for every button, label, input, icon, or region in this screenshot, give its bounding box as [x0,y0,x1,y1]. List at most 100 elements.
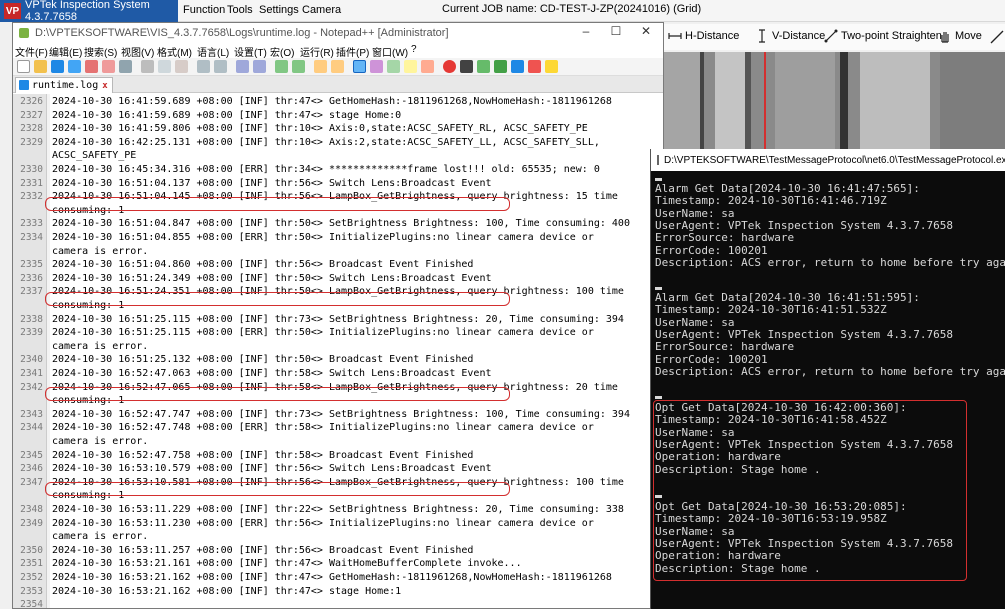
zoom-out-icon[interactable] [292,60,305,73]
line-number: 2336 [20,272,43,284]
menu-help[interactable]: ? [411,44,417,55]
menu-settings[interactable]: 设置(T) [234,44,267,59]
code-line: 2024-10-30 16:51:25.115 +08:00 [INF] thr… [52,313,624,325]
redo-icon[interactable] [214,60,227,73]
two-point-straighten-tool[interactable]: Two-point Straighten [824,29,942,43]
undo-icon[interactable] [197,60,210,73]
console-line: UserName: sa [655,315,735,329]
paste-icon[interactable] [175,60,188,73]
console-output[interactable]: Alarm Get Data[2024-10-30 16:41:47:565]:… [651,171,1005,609]
code-line: 2024-10-30 16:53:21.161 +08:00 [INF] thr… [52,558,522,570]
menu-file[interactable]: 文件(F) [15,44,48,59]
spell-check-icon[interactable] [528,60,541,73]
line-number: 2328 [20,123,43,135]
save-all-icon[interactable] [68,60,81,73]
replace-icon[interactable] [253,60,266,73]
find-icon[interactable] [236,60,249,73]
menu-run[interactable]: 运行(R) [300,44,334,59]
code-line: camera is error. [52,245,149,257]
menu-window[interactable]: 窗口(W) [372,44,408,59]
code-line: camera is error. [52,436,149,447]
code-line: ACSC_SAFETY_PE [52,150,137,162]
h-distance-tool[interactable]: H-Distance [668,29,739,43]
zoom-in-icon[interactable] [275,60,288,73]
vptek-menu-camera[interactable]: Camera [302,4,341,16]
play-macro-icon[interactable] [477,60,490,73]
vptek-menu-settings[interactable]: Settings [259,4,299,16]
code-line: 2024-10-30 16:51:04.137 +08:00 [INF] thr… [52,177,492,189]
lang-icon[interactable] [404,60,417,73]
line-number: 2349 [20,517,43,529]
tab-close-icon[interactable]: x [102,81,107,91]
code-line: 2024-10-30 16:53:21.162 +08:00 [INF] thr… [52,572,612,583]
vptek-menu-function[interactable]: Function [183,4,225,16]
menu-view[interactable]: 视图(V) [121,44,154,59]
code-editor[interactable]: 2326 2024-10-30 16:41:59.689 +08:00 [INF]… [13,94,663,608]
code-line: 2024-10-30 16:53:11.230 +08:00 [ERR] thr… [52,517,594,529]
minimize-icon[interactable]: – [571,24,601,41]
menu-format[interactable]: 格式(M) [157,44,192,59]
word-wrap-icon[interactable] [353,60,366,73]
highlight-box-2336 [45,292,510,306]
line-number: 2347 [20,476,43,488]
line-number: 2350 [20,544,43,556]
save-icon[interactable] [51,60,64,73]
console-title: D:\VPTEKSOFTWARE\TestMessageProtocol\net… [664,154,1005,166]
highlight-box-2341 [45,387,510,401]
notepadpp-tabbar: runtime.log x [13,76,663,93]
line-number: 2326 [20,96,43,107]
code-line: 2024-10-30 16:51:25.132 +08:00 [INF] thr… [52,354,474,366]
notepadpp-window: D:\VPTEKSOFTWARE\VIS_4.3.7.7658\Logs\run… [12,22,664,609]
cut-icon[interactable] [141,60,154,73]
sync-v-icon[interactable] [314,60,327,73]
close-all-icon[interactable] [102,60,115,73]
tab-runtime-log[interactable]: runtime.log x [15,77,113,93]
indent-guide-icon[interactable] [387,60,400,73]
move-tool[interactable]: Move [938,29,982,43]
two-point-straighten-label: Two-point Straighten [841,30,942,42]
h-distance-icon [668,33,682,39]
menu-search[interactable]: 搜索(S) [84,44,117,59]
menu-plugins[interactable]: 插件(P) [336,44,369,59]
copy-icon[interactable] [158,60,171,73]
line-tool-icon[interactable] [990,30,1004,44]
console-window: D:\VPTEKSOFTWARE\TestMessageProtocol\net… [650,149,1005,609]
run-macro-multi-icon[interactable] [494,60,507,73]
line-number: 2348 [20,504,43,515]
line-number: 2330 [20,164,43,175]
code-line: 2024-10-30 16:51:04.860 +08:00 [INF] thr… [52,259,474,271]
console-line: Timestamp: 2024-10-30T16:41:46.719Z [655,194,887,208]
menu-macro[interactable]: 宏(O) [270,44,294,59]
sync-h-icon[interactable] [331,60,344,73]
print-icon[interactable] [119,60,132,73]
close-file-icon[interactable] [85,60,98,73]
doc-map-icon[interactable] [421,60,434,73]
code-line: 2024-10-30 16:53:11.229 +08:00 [INF] thr… [52,504,624,515]
move-label: Move [955,30,982,42]
fold-margin [47,94,50,608]
v-distance-tool[interactable]: V-Distance [755,29,825,43]
close-icon[interactable]: ✕ [631,24,661,41]
code-line: 2024-10-30 16:52:47.747 +08:00 [INF] thr… [52,408,630,420]
plugin-icon[interactable] [545,60,558,73]
vptek-menubar: VP VPTek Inspection System 4.3.7.7658 Fu… [0,0,1005,23]
menu-language[interactable]: 语言(L) [197,44,229,59]
open-file-icon[interactable] [34,60,47,73]
menu-edit[interactable]: 编辑(E) [49,44,82,59]
line-number: 2341 [20,368,43,379]
inspection-image-view[interactable] [660,52,1005,152]
line-number: 2352 [20,572,43,583]
show-all-chars-icon[interactable] [370,60,383,73]
line-number: 2339 [20,327,43,339]
saved-file-icon [19,80,29,90]
new-file-icon[interactable] [17,60,30,73]
line-number: 2334 [20,232,43,243]
stop-macro-icon[interactable] [460,60,473,73]
maximize-icon[interactable]: ☐ [601,24,631,41]
line-number: 2337 [20,286,43,298]
save-macro-icon[interactable] [511,60,524,73]
console-line: Timestamp: 2024-10-30T16:41:51.532Z [655,303,887,317]
record-macro-icon[interactable] [443,60,456,73]
line-number: 2332 [20,191,43,203]
vptek-menu-tools[interactable]: Tools [227,4,253,16]
